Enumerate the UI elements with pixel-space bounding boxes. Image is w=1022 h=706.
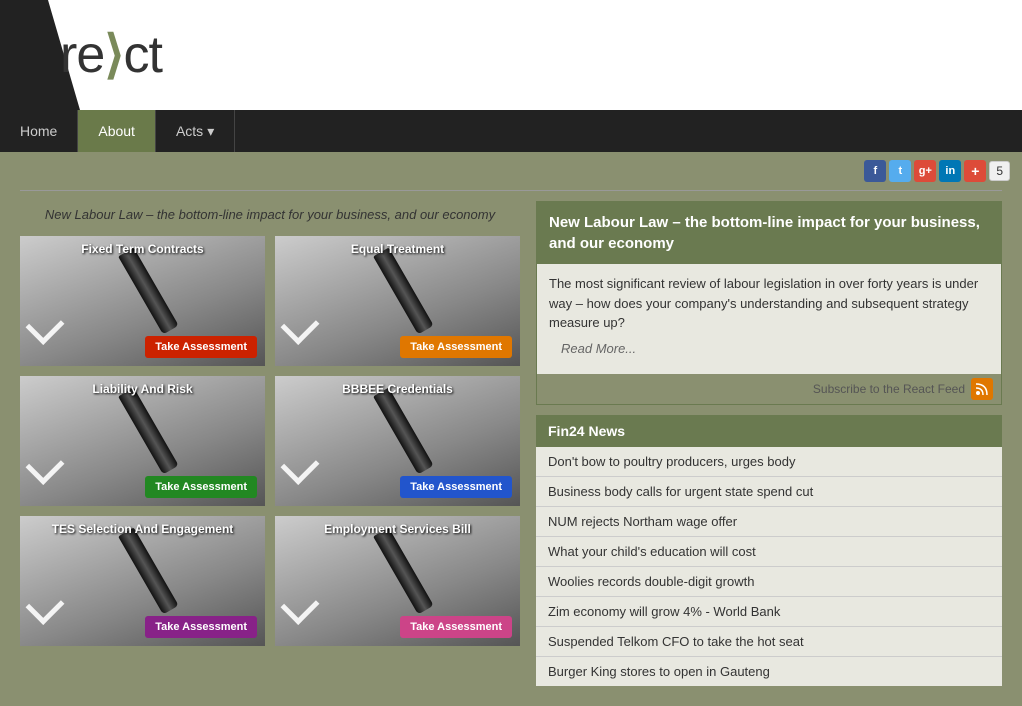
check-icon-1 <box>281 306 320 345</box>
nav-home[interactable]: Home <box>0 110 78 152</box>
card-title-3: BBBEE Credentials <box>275 382 520 396</box>
subscribe-text: Subscribe to the React Feed <box>813 382 965 396</box>
nav-about[interactable]: About <box>78 110 156 152</box>
fin24-item-4[interactable]: Woolies records double-digit growth <box>536 567 1002 597</box>
houzz-button[interactable]: + <box>964 160 986 182</box>
check-icon-4 <box>26 586 65 625</box>
featured-text: The most significant review of labour le… <box>549 274 989 333</box>
left-column: New Labour Law – the bottom-line impact … <box>20 201 520 686</box>
card-btn-wrap-4: Take Assessment <box>145 616 257 638</box>
social-bar: f t g+ in + 5 <box>0 152 1022 190</box>
fin24-item-1[interactable]: Business body calls for urgent state spe… <box>536 477 1002 507</box>
fin24-item-0[interactable]: Don't bow to poultry producers, urges bo… <box>536 447 1002 477</box>
subscribe-row: Subscribe to the React Feed <box>537 374 1001 404</box>
check-icon-5 <box>281 586 320 625</box>
dropdown-arrow-icon: ▾ <box>207 123 214 140</box>
right-column: New Labour Law – the bottom-line impact … <box>536 201 1002 686</box>
assessment-card-1[interactable]: Equal Treatment Take Assessment <box>275 236 520 366</box>
card-title-1: Equal Treatment <box>275 242 520 256</box>
assessment-button-5[interactable]: Take Assessment <box>400 616 512 638</box>
check-icon-3 <box>281 446 320 485</box>
fin24-section: Fin24 News Don't bow to poultry producer… <box>536 415 1002 686</box>
fin24-header: Fin24 News <box>536 415 1002 447</box>
fin24-item-7[interactable]: Burger King stores to open in Gauteng <box>536 657 1002 686</box>
fin24-item-3[interactable]: What your child's education will cost <box>536 537 1002 567</box>
rss-icon[interactable] <box>971 378 993 400</box>
card-title-5: Employment Services Bill <box>275 522 520 536</box>
assessment-button-0[interactable]: Take Assessment <box>145 336 257 358</box>
card-title-0: Fixed Term Contracts <box>20 242 265 256</box>
pen-icon-4 <box>118 528 179 615</box>
assessment-button-1[interactable]: Take Assessment <box>400 336 512 358</box>
card-btn-wrap-3: Take Assessment <box>400 476 512 498</box>
twitter-button[interactable]: t <box>889 160 911 182</box>
assessment-grid: Fixed Term Contracts Take Assessment Equ… <box>20 236 520 646</box>
linkedin-button[interactable]: in <box>939 160 961 182</box>
header: re⟩ct <box>0 0 1022 110</box>
main-content: New Labour Law – the bottom-line impact … <box>0 201 1022 706</box>
assessment-card-0[interactable]: Fixed Term Contracts Take Assessment <box>20 236 265 366</box>
assessment-button-3[interactable]: Take Assessment <box>400 476 512 498</box>
googleplus-button[interactable]: g+ <box>914 160 936 182</box>
page-headline: New Labour Law – the bottom-line impact … <box>20 201 520 236</box>
fin24-item-2[interactable]: NUM rejects Northam wage offer <box>536 507 1002 537</box>
check-icon-2 <box>26 446 65 485</box>
pen-icon-2 <box>118 388 179 475</box>
card-title-2: Liability And Risk <box>20 382 265 396</box>
assessment-card-2[interactable]: Liability And Risk Take Assessment <box>20 376 265 506</box>
share-count: 5 <box>989 161 1010 181</box>
logo[interactable]: re⟩ct <box>60 25 162 85</box>
read-more-link[interactable]: Read More... <box>549 333 989 365</box>
card-btn-wrap-1: Take Assessment <box>400 336 512 358</box>
facebook-button[interactable]: f <box>864 160 886 182</box>
fin24-item-5[interactable]: Zim economy will grow 4% - World Bank <box>536 597 1002 627</box>
assessment-card-3[interactable]: BBBEE Credentials Take Assessment <box>275 376 520 506</box>
card-title-4: TES Selection And Engagement <box>20 522 265 536</box>
featured-body: The most significant review of labour le… <box>537 264 1001 374</box>
featured-title: New Labour Law – the bottom-line impact … <box>537 202 1001 264</box>
check-icon-0 <box>26 306 65 345</box>
card-btn-wrap-5: Take Assessment <box>400 616 512 638</box>
assessment-button-4[interactable]: Take Assessment <box>145 616 257 638</box>
nav-acts[interactable]: Acts ▾ <box>156 110 235 152</box>
assessment-button-2[interactable]: Take Assessment <box>145 476 257 498</box>
logo-accent: ⟩ <box>104 26 123 84</box>
card-btn-wrap-0: Take Assessment <box>145 336 257 358</box>
pen-icon-5 <box>373 528 434 615</box>
assessment-card-4[interactable]: TES Selection And Engagement Take Assess… <box>20 516 265 646</box>
featured-article: New Labour Law – the bottom-line impact … <box>536 201 1002 405</box>
fin24-list: Don't bow to poultry producers, urges bo… <box>536 447 1002 686</box>
card-btn-wrap-2: Take Assessment <box>145 476 257 498</box>
divider <box>20 190 1002 191</box>
pen-icon-0 <box>118 248 179 335</box>
navigation: Home About Acts ▾ <box>0 110 1022 152</box>
assessment-card-5[interactable]: Employment Services Bill Take Assessment <box>275 516 520 646</box>
pen-icon-3 <box>373 388 434 475</box>
fin24-item-6[interactable]: Suspended Telkom CFO to take the hot sea… <box>536 627 1002 657</box>
pen-icon-1 <box>373 248 434 335</box>
